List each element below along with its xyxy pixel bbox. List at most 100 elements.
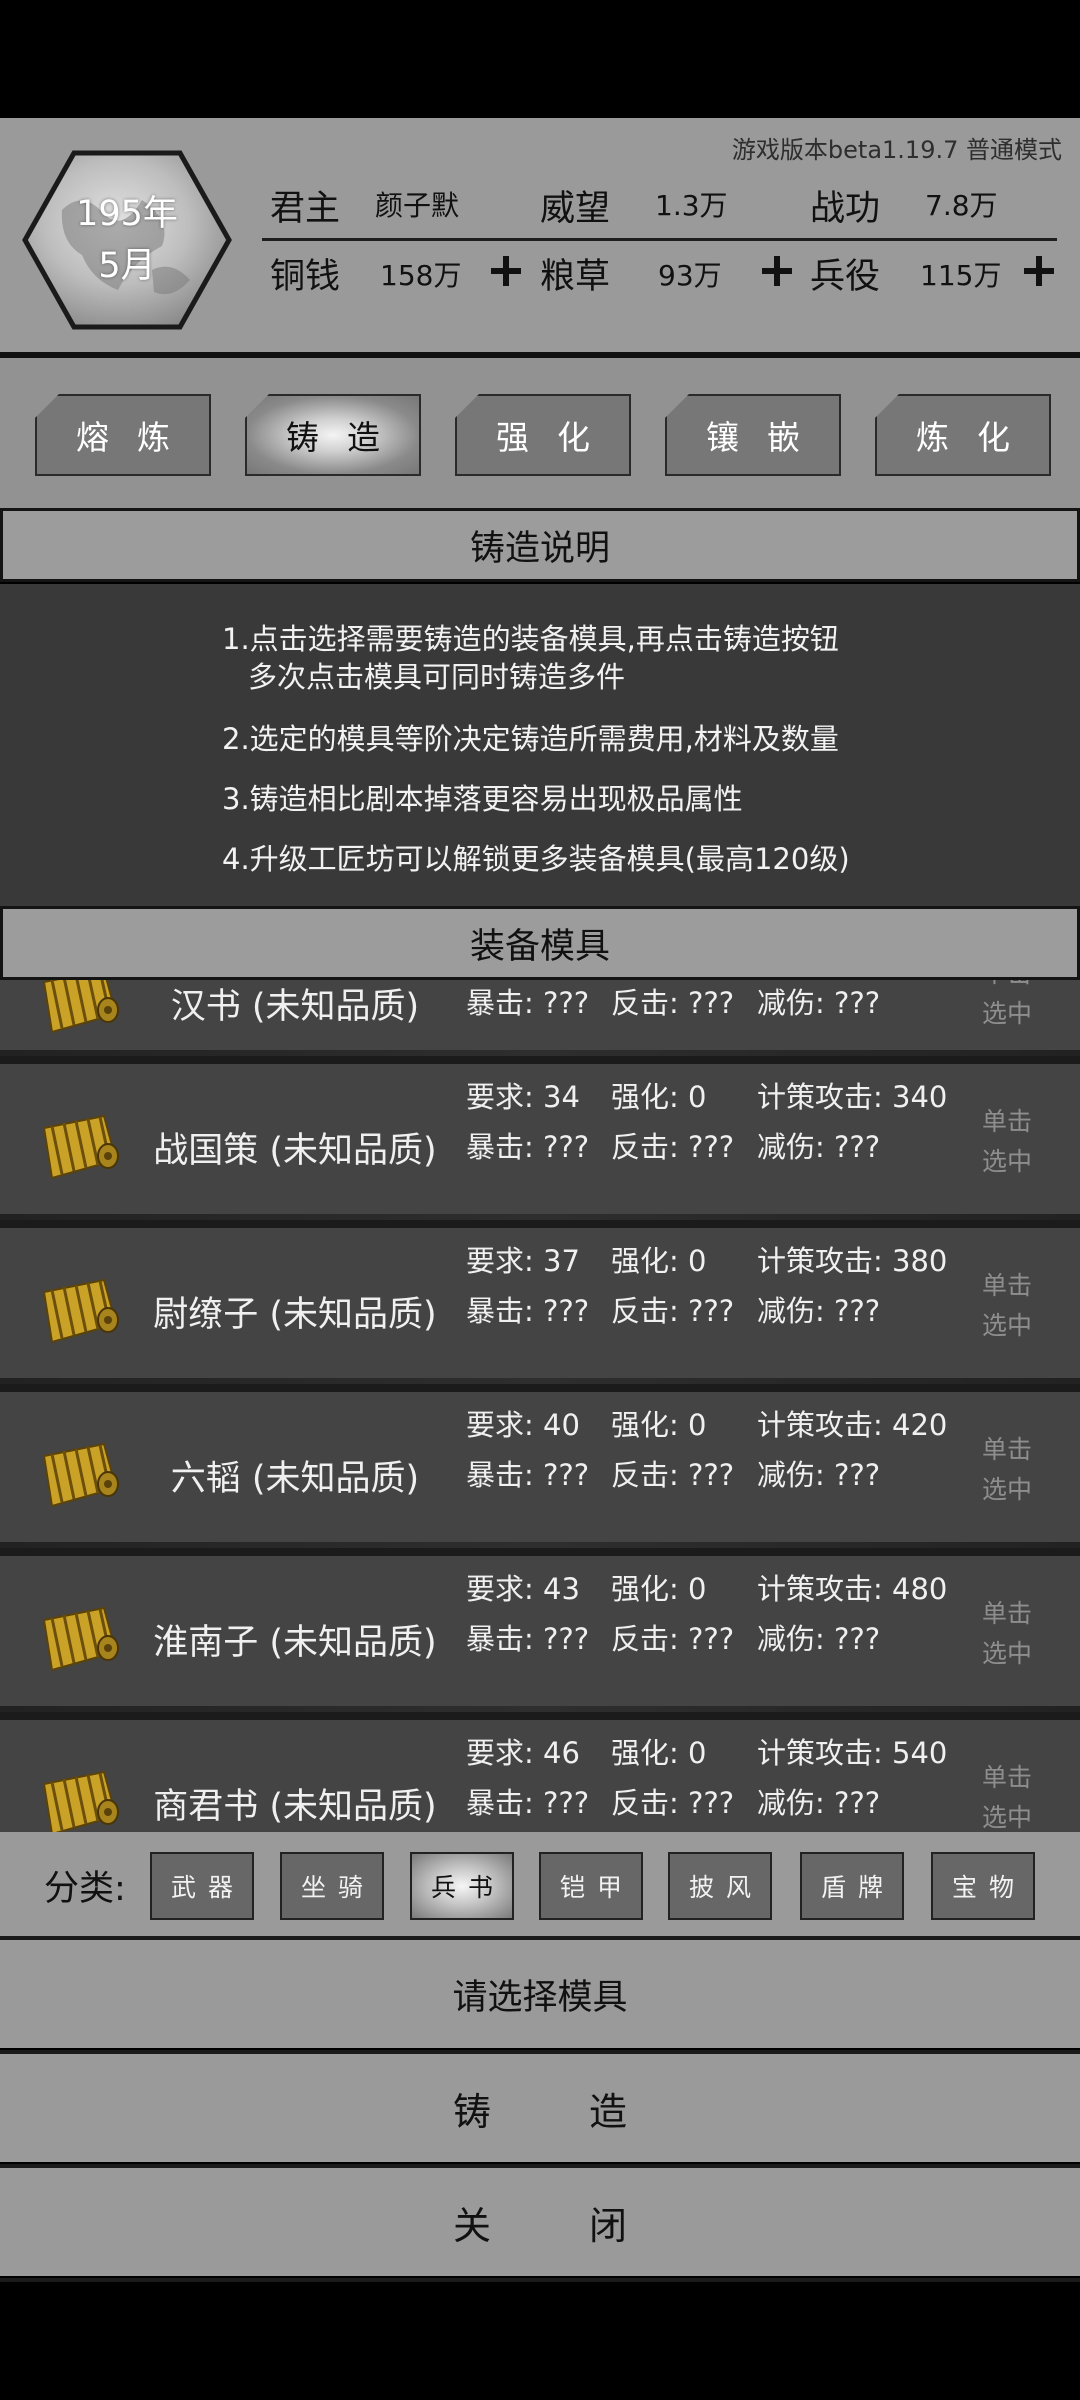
grain-value: 93万 bbox=[658, 259, 722, 292]
divider bbox=[0, 2278, 1080, 2282]
category-mount[interactable]: 坐骑 bbox=[280, 1852, 384, 1920]
mold-reduce: 减伤: ??? bbox=[757, 1622, 881, 1656]
mold-crit: 暴击: ??? bbox=[466, 1458, 590, 1492]
tab-inlay[interactable]: 镶嵌 bbox=[665, 394, 841, 476]
mold-select-hint[interactable]: 单击选中 bbox=[982, 1102, 1042, 1182]
grain-label: 粮草 bbox=[540, 257, 611, 297]
desc-line-1: 1.点击选择需要铸造的装备模具,再点击铸造按钮 bbox=[222, 622, 839, 656]
mold-name: 淮南子 (未知品质) bbox=[153, 1623, 437, 1663]
coin-value: 158万 bbox=[380, 259, 462, 292]
mold-crit: 暴击: ??? bbox=[466, 986, 590, 1020]
function-tabs: 熔炼 铸造 强化 镶嵌 炼化 bbox=[0, 358, 1080, 508]
mold-name: 商君书 (未知品质) bbox=[153, 1787, 437, 1827]
mold-row[interactable]: 要求: 34 强化: 0 计策攻击: 340 战国策 (未知品质) 暴击: ??… bbox=[0, 1064, 1080, 1220]
tab-enhance[interactable]: 强化 bbox=[455, 394, 631, 476]
mold-reduce: 减伤: ??? bbox=[757, 1130, 881, 1164]
lord-value: 颜子默 bbox=[375, 189, 460, 222]
mold-counter: 反击: ??? bbox=[611, 986, 735, 1020]
mold-select-hint[interactable]: 单击选中 bbox=[982, 1430, 1042, 1510]
selection-status: 请选择模具 bbox=[0, 1940, 1080, 2048]
desc-line-3: 3.铸造相比剧本掉落更容易出现极品属性 bbox=[222, 782, 743, 816]
bamboo-scroll-icon bbox=[42, 1114, 119, 1180]
date-year: 195年 bbox=[76, 194, 178, 234]
mold-row[interactable]: 要求: 46 强化: 0 计策攻击: 540 商君书 (未知品质) 暴击: ??… bbox=[0, 1720, 1080, 1832]
category-label: 分类: bbox=[44, 1869, 126, 1909]
mold-counter: 反击: ??? bbox=[611, 1622, 735, 1656]
mold-name: 汉书 (未知品质) bbox=[170, 987, 420, 1027]
mold-enhance: 强化: 0 bbox=[611, 1572, 707, 1606]
category-book[interactable]: 兵书 bbox=[410, 1852, 514, 1920]
category-treasure[interactable]: 宝物 bbox=[931, 1852, 1035, 1920]
tab-smelt[interactable]: 熔炼 bbox=[35, 394, 211, 476]
status-header: 游戏版本beta1.19.7 普通模式 195年 5月 君主 颜子默 威望 1.… bbox=[0, 118, 1080, 356]
forge-description: 1.点击选择需要铸造的装备模具,再点击铸造按钮 多次点击模具可同时铸造多件 2.… bbox=[0, 584, 1080, 908]
mold-name: 战国策 (未知品质) bbox=[153, 1131, 437, 1171]
mold-row[interactable]: 要求: 37 强化: 0 计策攻击: 380 尉缭子 (未知品质) 暴击: ??… bbox=[0, 1228, 1080, 1384]
bamboo-scroll-icon bbox=[42, 1278, 119, 1344]
mold-counter: 反击: ??? bbox=[611, 1458, 735, 1492]
mold-attack: 计策攻击: 540 bbox=[757, 1736, 948, 1770]
mold-crit: 暴击: ??? bbox=[466, 1786, 590, 1820]
mold-list[interactable]: 汉书 (未知品质) 暴击: ??? 反击: ??? 减伤: ??? 单击选中 要… bbox=[0, 980, 1080, 1832]
mold-counter: 反击: ??? bbox=[611, 1294, 735, 1328]
category-shield[interactable]: 盾牌 bbox=[800, 1852, 904, 1920]
merit-label: 战功 bbox=[810, 189, 881, 229]
mold-crit: 暴击: ??? bbox=[466, 1622, 590, 1656]
mold-name: 尉缭子 (未知品质) bbox=[153, 1295, 437, 1335]
mold-attack: 计策攻击: 380 bbox=[757, 1244, 948, 1278]
mold-select-hint[interactable]: 单击选中 bbox=[982, 1758, 1042, 1832]
mold-select-hint[interactable]: 单击选中 bbox=[982, 1594, 1042, 1674]
mold-reduce: 减伤: ??? bbox=[757, 1294, 881, 1328]
service-label: 兵役 bbox=[810, 257, 881, 297]
tab-forge[interactable]: 铸造 bbox=[245, 394, 421, 476]
mold-enhance: 强化: 0 bbox=[611, 1408, 707, 1442]
bamboo-scroll-icon bbox=[42, 1770, 119, 1832]
mold-select-hint[interactable]: 单击选中 bbox=[982, 980, 1042, 1034]
mold-requirement: 要求: 34 bbox=[466, 1080, 580, 1114]
stats-divider bbox=[262, 238, 1057, 241]
merit-value: 7.8万 bbox=[925, 189, 998, 222]
mold-enhance: 强化: 0 bbox=[611, 1244, 707, 1278]
add-grain-button[interactable] bbox=[762, 256, 792, 286]
tab-refine[interactable]: 炼化 bbox=[875, 394, 1051, 476]
bamboo-scroll-icon bbox=[42, 1442, 119, 1508]
close-button[interactable]: 关闭 bbox=[0, 2168, 1080, 2276]
category-weapon[interactable]: 武器 bbox=[150, 1852, 254, 1920]
mold-name: 六韬 (未知品质) bbox=[170, 1459, 420, 1499]
add-service-button[interactable] bbox=[1024, 256, 1054, 286]
mold-enhance: 强化: 0 bbox=[611, 1080, 707, 1114]
mold-requirement: 要求: 40 bbox=[466, 1408, 580, 1442]
mold-requirement: 要求: 37 bbox=[466, 1244, 580, 1278]
add-coin-button[interactable] bbox=[491, 256, 521, 286]
mold-requirement: 要求: 46 bbox=[466, 1736, 580, 1770]
bamboo-scroll-icon bbox=[42, 980, 119, 1034]
lord-label: 君主 bbox=[270, 189, 341, 229]
desc-line-4: 4.升级工匠坊可以解锁更多装备模具(最高120级) bbox=[222, 842, 850, 876]
service-value: 115万 bbox=[920, 259, 1002, 292]
version-text: 游戏版本beta1.19.7 普通模式 bbox=[731, 136, 1062, 164]
forge-button[interactable]: 铸造 bbox=[0, 2054, 1080, 2162]
mold-attack: 计策攻击: 480 bbox=[757, 1572, 948, 1606]
molds-title: 装备模具 bbox=[0, 906, 1080, 980]
mold-attack: 计策攻击: 420 bbox=[757, 1408, 948, 1442]
mold-row[interactable]: 要求: 43 强化: 0 计策攻击: 480 淮南子 (未知品质) 暴击: ??… bbox=[0, 1556, 1080, 1712]
mold-reduce: 减伤: ??? bbox=[757, 986, 881, 1020]
mold-reduce: 减伤: ??? bbox=[757, 1786, 881, 1820]
mold-crit: 暴击: ??? bbox=[466, 1294, 590, 1328]
forge-description-title: 铸造说明 bbox=[0, 508, 1080, 582]
desc-line-1b: 多次点击模具可同时铸造多件 bbox=[248, 660, 626, 694]
mold-row[interactable]: 要求: 40 强化: 0 计策攻击: 420 六韬 (未知品质) 暴击: ???… bbox=[0, 1392, 1080, 1548]
category-bar: 分类: 武器 坐骑 兵书 铠甲 披风 盾牌 宝物 bbox=[0, 1832, 1080, 1938]
mold-row[interactable]: 汉书 (未知品质) 暴击: ??? 反击: ??? 减伤: ??? 单击选中 bbox=[0, 980, 1080, 1056]
desc-line-2: 2.选定的模具等阶决定铸造所需费用,材料及数量 bbox=[222, 722, 839, 756]
category-cloak[interactable]: 披风 bbox=[668, 1852, 772, 1920]
coin-label: 铜钱 bbox=[270, 257, 341, 297]
mold-select-hint[interactable]: 单击选中 bbox=[982, 1266, 1042, 1346]
mold-attack: 计策攻击: 340 bbox=[757, 1080, 948, 1114]
category-armor[interactable]: 铠甲 bbox=[539, 1852, 643, 1920]
prestige-value: 1.3万 bbox=[655, 189, 728, 222]
mold-reduce: 减伤: ??? bbox=[757, 1458, 881, 1492]
prestige-label: 威望 bbox=[540, 189, 611, 229]
mold-requirement: 要求: 43 bbox=[466, 1572, 580, 1606]
bamboo-scroll-icon bbox=[42, 1606, 119, 1672]
